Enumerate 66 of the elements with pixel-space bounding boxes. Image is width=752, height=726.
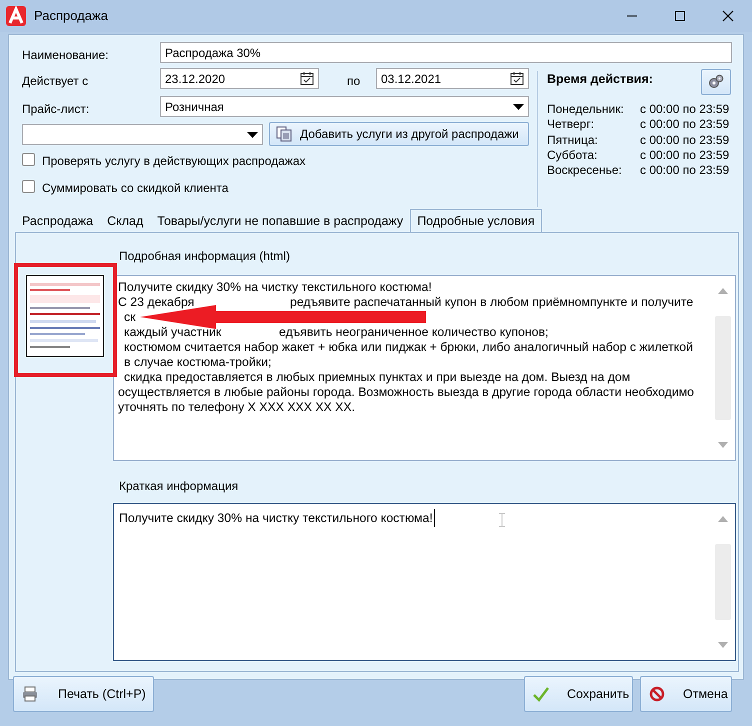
scroll-down-icon[interactable] xyxy=(718,442,728,448)
tab[interactable]: Подробные условия xyxy=(410,209,542,232)
date-field[interactable]: 03.12.2021 xyxy=(376,68,529,89)
prohibited-icon xyxy=(649,686,665,702)
short-info-field[interactable]: Получите скидку 30% на чистку текстильного костюма! xyxy=(113,503,736,661)
text-line: ск xyxy=(124,310,136,325)
checkbox-label: Суммировать со скидкой клиента xyxy=(42,180,228,197)
text-line: скидка предоставляется в любых приемных пунктах и при выезде на дом. Выезд на дом xyxy=(124,370,630,385)
window-title: Распродажа xyxy=(34,7,108,26)
text-fragment: каждый участник xyxy=(124,325,222,340)
gears-icon xyxy=(708,74,724,90)
close-icon[interactable] xyxy=(722,10,734,22)
cancel-button[interactable]: Отмена xyxy=(640,676,732,712)
calendar-icon[interactable] xyxy=(510,71,524,86)
tab[interactable]: Распродажа xyxy=(15,209,100,232)
text-fragment: едъявить неограниченное количество купонов; xyxy=(279,325,548,340)
tab[interactable]: Товары/услуги не попавшие в распродажу xyxy=(150,209,410,232)
time-range: с 00:00 по 23:59 xyxy=(640,146,730,164)
day-label: Пятница: xyxy=(547,132,598,149)
field-label: Прайс-лист: xyxy=(22,101,90,118)
checkbox[interactable] xyxy=(22,180,35,193)
text-line: уточнять по телефону X XXX XXX XX XX. xyxy=(118,400,355,415)
day-label: Понедельник: xyxy=(547,101,624,118)
checkbox-label: Проверять услугу в действующих распродажах xyxy=(42,153,306,170)
text-fragment: редъявите распечатанный купон в любом приёмномпункте и получите xyxy=(290,295,694,310)
price-list-dropdown[interactable]: Розничная xyxy=(160,96,529,117)
field-label: по xyxy=(347,73,360,90)
name-field[interactable]: Распродажа 30% xyxy=(160,42,732,63)
checkbox[interactable] xyxy=(22,153,35,166)
caret-icon xyxy=(513,104,524,110)
section-label: Краткая информация xyxy=(119,478,238,495)
empty-dropdown[interactable] xyxy=(22,124,263,145)
print-button[interactable]: Печать (Ctrl+P) xyxy=(13,676,154,712)
text-line: Получите скидку 30% на чистку текстильного костюма! xyxy=(118,280,432,295)
documents-icon xyxy=(276,126,292,142)
text-cursor-icon xyxy=(499,513,505,527)
app-logo-icon xyxy=(6,6,26,26)
caret-icon xyxy=(247,132,258,138)
calendar-icon[interactable] xyxy=(300,71,314,86)
day-label: Суббота: xyxy=(547,146,598,164)
time-range: с 00:00 по 23:59 xyxy=(640,162,730,180)
settings-button[interactable] xyxy=(701,69,731,95)
scroll-down-icon[interactable] xyxy=(718,642,728,648)
text-fragment: С 23 декабря xyxy=(118,295,194,310)
html-info-field[interactable] xyxy=(113,275,736,461)
time-range: с 00:00 по 23:59 xyxy=(640,116,730,134)
save-button[interactable]: Сохранить xyxy=(524,676,633,712)
text-line: в случае костюма-тройки; xyxy=(124,355,272,370)
text-line: костюмом считается набор жакет + юбка или пиджак + брюки, либо аналогичный набор с жилеткой xyxy=(124,340,693,355)
printer-icon xyxy=(22,686,38,702)
text-line: осуществляется в любые районы города. Возможность выезда в другие города области необходимо xyxy=(118,385,694,400)
section-label: Подробная информация (html) xyxy=(119,248,290,265)
field-label: Наименование: xyxy=(22,47,109,64)
scroll-up-icon[interactable] xyxy=(718,516,728,522)
day-label: Воскресенье: xyxy=(547,162,622,180)
date-field[interactable]: 23.12.2020 xyxy=(160,68,319,89)
day-label: Четверг: xyxy=(547,116,594,134)
schedule-title: Время действия: xyxy=(547,71,653,88)
add-services-button[interactable]: Добавить услуги из другой распродажи xyxy=(269,122,529,146)
scroll-up-icon[interactable] xyxy=(718,288,728,294)
checkmark-icon xyxy=(533,686,549,702)
time-range: с 00:00 по 23:59 xyxy=(640,132,730,149)
maximize-icon[interactable] xyxy=(674,10,686,22)
time-range: с 00:00 по 23:59 xyxy=(640,101,730,118)
tab[interactable]: Склад xyxy=(100,209,150,232)
field-label: Действует с xyxy=(22,73,88,90)
